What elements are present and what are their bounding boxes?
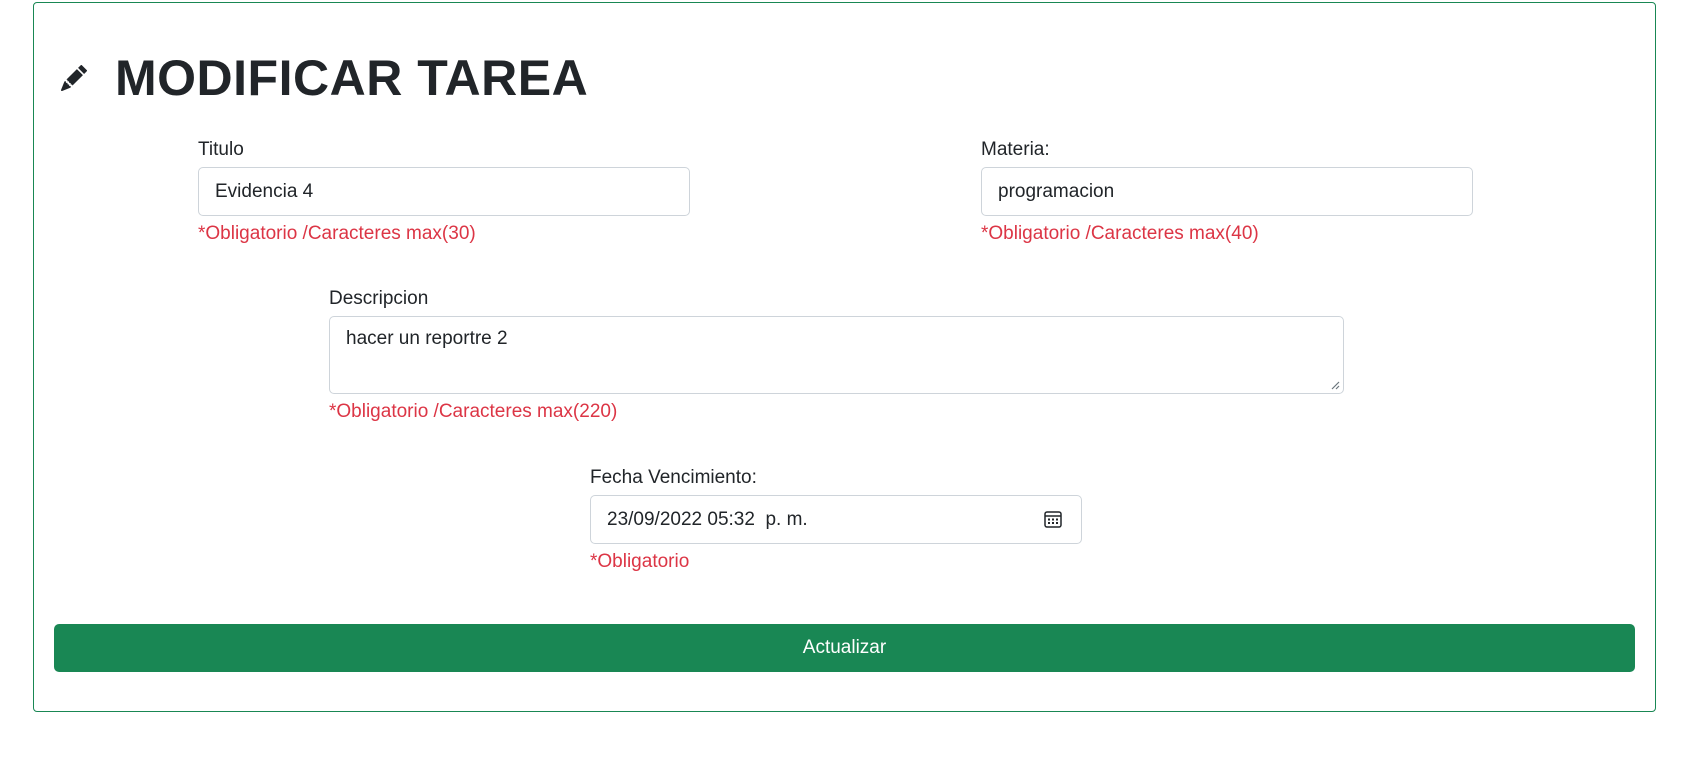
materia-label: Materia: bbox=[981, 139, 1050, 160]
titulo-label: Titulo bbox=[198, 139, 244, 160]
fecha-value: 23/09/2022 05:32 p. m. bbox=[607, 509, 808, 530]
calendar-icon[interactable] bbox=[1043, 509, 1063, 529]
materia-input[interactable]: programacion bbox=[981, 167, 1473, 216]
titulo-input[interactable]: Evidencia 4 bbox=[198, 167, 690, 216]
materia-hint: *Obligatorio /Caracteres max(40) bbox=[981, 223, 1259, 244]
fecha-hint: *Obligatorio bbox=[590, 551, 690, 572]
materia-field-group: Materia: programacion *Obligatorio /Cara… bbox=[981, 139, 1473, 246]
actualizar-button[interactable]: Actualizar bbox=[54, 624, 1635, 672]
fecha-label: Fecha Vencimiento: bbox=[590, 467, 757, 488]
fecha-field-group: Fecha Vencimiento: 23/09/2022 05:32 p. m… bbox=[590, 467, 1082, 574]
edit-task-card: MODIFICAR TAREA Titulo Evidencia 4 *Obli… bbox=[33, 2, 1656, 712]
titulo-field-group: Titulo Evidencia 4 *Obligatorio /Caracte… bbox=[198, 139, 690, 246]
fecha-input[interactable]: 23/09/2022 05:32 p. m. bbox=[590, 495, 1082, 544]
resize-grip-icon[interactable] bbox=[1330, 380, 1340, 390]
page-title: MODIFICAR TAREA bbox=[115, 50, 589, 106]
title-row: MODIFICAR TAREA bbox=[61, 43, 588, 113]
descripcion-field-group: Descripcion hacer un reportre 2 *Obligat… bbox=[329, 288, 1344, 424]
pencil-icon bbox=[61, 65, 87, 91]
descripcion-text: hacer un reportre 2 bbox=[346, 328, 508, 349]
descripcion-textarea[interactable]: hacer un reportre 2 bbox=[329, 316, 1344, 394]
descripcion-hint: *Obligatorio /Caracteres max(220) bbox=[329, 401, 618, 422]
descripcion-label: Descripcion bbox=[329, 288, 429, 309]
titulo-hint: *Obligatorio /Caracteres max(30) bbox=[198, 223, 476, 244]
